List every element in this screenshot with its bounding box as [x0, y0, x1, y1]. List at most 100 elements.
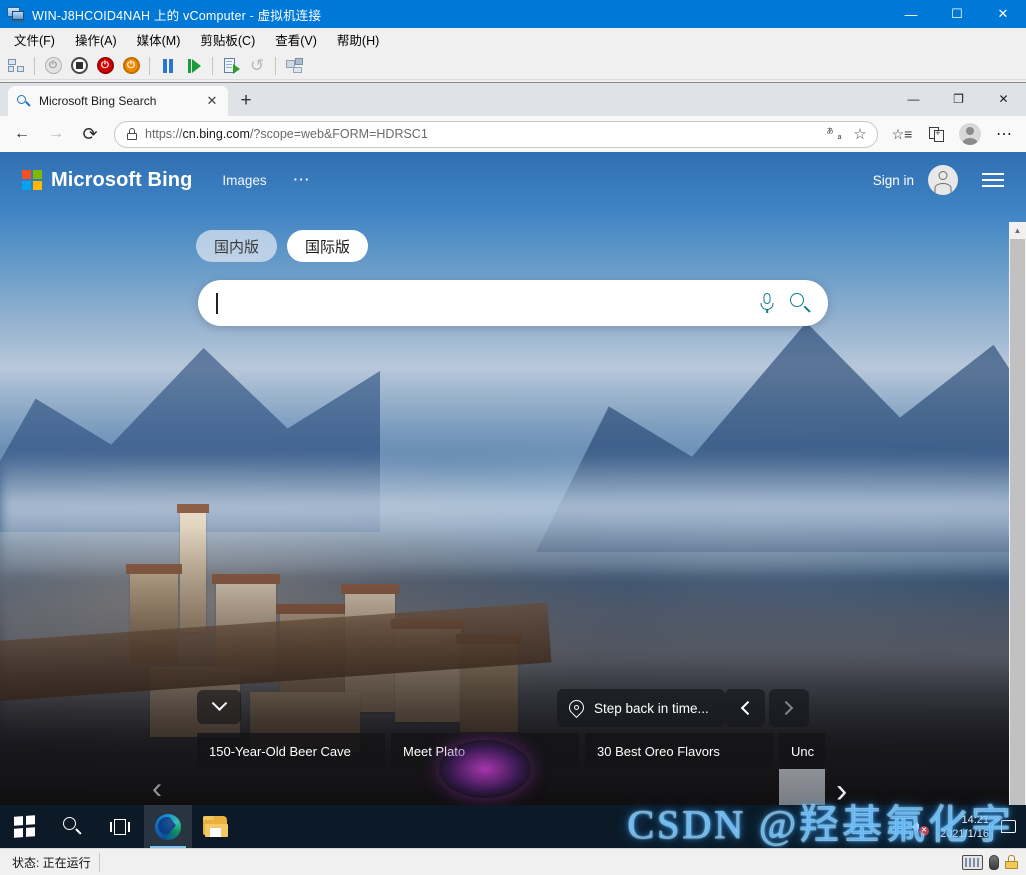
news-card[interactable]: Meet Plato [391, 733, 579, 805]
bing-nav-more-icon[interactable]: ⋯ [293, 171, 312, 188]
carousel-prev-button[interactable]: ‹ [152, 772, 162, 805]
address-bar[interactable]: https://cn.bing.com/?scope=web&FORM=HDRS… [114, 120, 878, 148]
carousel-next-button[interactable]: › [836, 772, 847, 805]
chevron-right-icon [779, 700, 794, 716]
revert-icon: ↺ [249, 56, 265, 75]
image-info-pill[interactable]: Step back in time... [557, 689, 725, 727]
news-card-carousel: 150-Year-Old Beer Cave Meet Plato 30 Bes… [197, 733, 825, 805]
site-lock-icon [127, 128, 137, 140]
star-icon[interactable]: ☆ [851, 125, 869, 143]
system-tray: ✕ 14:21 2021/1/16 [911, 813, 1026, 841]
browser-maximize-button[interactable]: ❐ [936, 82, 981, 116]
task-view-button[interactable] [96, 805, 144, 848]
ctrl-alt-delete-button[interactable] [4, 54, 28, 78]
news-card[interactable]: 150-Year-Old Beer Cave [197, 733, 385, 805]
turn-off-icon [70, 57, 88, 74]
taskbar-search-button[interactable] [48, 805, 96, 848]
scroll-up-arrow-icon[interactable]: ▲ [1009, 222, 1026, 239]
browser-tab[interactable]: Microsoft Bing Search ✕ [8, 86, 228, 116]
resume-vm-button[interactable] [182, 54, 206, 78]
browser-close-button[interactable]: ✕ [981, 82, 1026, 116]
keyboard-icon [962, 854, 983, 870]
clock-date: 2021/1/16 [940, 827, 989, 840]
search-favicon-icon [16, 94, 31, 109]
vm-settings-button[interactable] [282, 54, 306, 78]
image-prev-button[interactable] [725, 689, 765, 727]
more-settings-icon[interactable]: ⋯ [988, 119, 1020, 149]
sign-in-label[interactable]: Sign in [873, 173, 914, 188]
menu-item-help[interactable]: 帮助(H) [327, 27, 389, 52]
toolbar-separator [149, 56, 150, 75]
vm-minimize-button[interactable]: — [888, 0, 934, 28]
vm-remote-screen[interactable]: Microsoft Bing Search ✕ + — ❐ ✕ ← → ⟳ ht… [0, 82, 1026, 848]
microphone-icon[interactable] [756, 292, 778, 314]
menu-item-clipboard[interactable]: 剪贴板(C) [190, 27, 265, 52]
vm-close-button[interactable]: ✕ [980, 0, 1026, 28]
search-icon[interactable] [788, 291, 812, 315]
page-scrollbar[interactable]: ▲ [1009, 222, 1026, 805]
version-toggle-group: 国内版 国际版 [0, 208, 1026, 262]
start-button[interactable] [0, 805, 48, 848]
resume-icon [187, 58, 201, 73]
search-box[interactable] [198, 280, 828, 326]
notification-center-icon[interactable] [1001, 820, 1016, 833]
turn-off-vm-button[interactable] [67, 54, 91, 78]
chevron-down-icon [211, 694, 227, 711]
hamburger-menu-icon[interactable] [982, 173, 1004, 187]
menu-item-action[interactable]: 操作(A) [65, 27, 127, 52]
volume-muted-icon[interactable]: ✕ [911, 819, 930, 836]
save-state-button[interactable]: ⏻ [119, 54, 143, 78]
news-card-title: 30 Best Oreo Flavors [585, 733, 773, 769]
vm-status-bar: 状态: 正在运行 [0, 848, 1026, 875]
bing-homepage: Microsoft Bing Images ⋯ Sign in 国内版 国际版 [0, 152, 1026, 805]
taskbar-clock[interactable]: 14:21 2021/1/16 [940, 813, 989, 841]
favorites-list-icon[interactable]: ☆≡ [886, 119, 918, 149]
settings-icon [285, 58, 303, 73]
menu-item-media[interactable]: 媒体(M) [127, 27, 191, 52]
edge-browser-icon [155, 813, 181, 840]
pause-icon [162, 58, 174, 73]
profile-avatar-icon[interactable] [954, 119, 986, 149]
toolbar-separator [34, 56, 35, 75]
vm-maximize-button[interactable]: ☐ [934, 0, 980, 28]
avatar[interactable] [928, 165, 958, 195]
new-tab-button[interactable]: + [232, 87, 260, 115]
mouse-icon [989, 854, 999, 870]
menu-item-file[interactable]: 文件(F) [4, 27, 65, 52]
start-vm-button[interactable]: ⏻ [41, 54, 65, 78]
pause-vm-button[interactable] [156, 54, 180, 78]
location-pin-icon [565, 696, 588, 718]
news-card-image [779, 769, 825, 805]
image-next-button[interactable] [769, 689, 809, 727]
text-cursor [216, 292, 218, 314]
translate-icon[interactable]: あa [825, 125, 843, 143]
news-card-title: 150-Year-Old Beer Cave [197, 733, 385, 769]
news-card[interactable]: Unc [779, 733, 825, 805]
refresh-button[interactable]: ⟳ [74, 119, 106, 149]
forward-button[interactable]: → [40, 119, 72, 149]
news-card[interactable]: 30 Best Oreo Flavors [585, 733, 773, 805]
browser-minimize-button[interactable]: — [891, 82, 936, 116]
scrollbar-thumb[interactable] [1010, 239, 1025, 805]
menu-item-view[interactable]: 查看(V) [265, 27, 327, 52]
chevron-left-icon [740, 700, 755, 716]
collections-icon[interactable]: + [920, 119, 952, 149]
tab-close-button[interactable]: ✕ [204, 93, 220, 109]
ctrl-alt-delete-icon [8, 59, 24, 72]
shutdown-icon: ⏻ [96, 57, 114, 74]
windows-taskbar: ✕ 14:21 2021/1/16 CSDN @羟基氟化字 [0, 802, 1026, 848]
shutdown-vm-button[interactable]: ⏻ [93, 54, 117, 78]
version-pill-international[interactable]: 国际版 [287, 230, 369, 262]
virtual-machine-icon [7, 6, 25, 22]
revert-button[interactable]: ↺ [245, 54, 269, 78]
version-pill-domestic[interactable]: 国内版 [196, 230, 278, 262]
bing-nav-images[interactable]: Images [222, 173, 266, 188]
back-button[interactable]: ← [6, 119, 38, 149]
file-explorer-icon [203, 816, 229, 837]
url-domain: cn.bing.com [182, 127, 250, 141]
microsoft-logo-icon [22, 170, 42, 190]
edge-taskbar-button[interactable] [144, 805, 192, 848]
checkpoint-button[interactable] [219, 54, 243, 78]
file-explorer-taskbar-button[interactable] [192, 805, 240, 848]
expand-cards-button[interactable] [197, 690, 241, 724]
